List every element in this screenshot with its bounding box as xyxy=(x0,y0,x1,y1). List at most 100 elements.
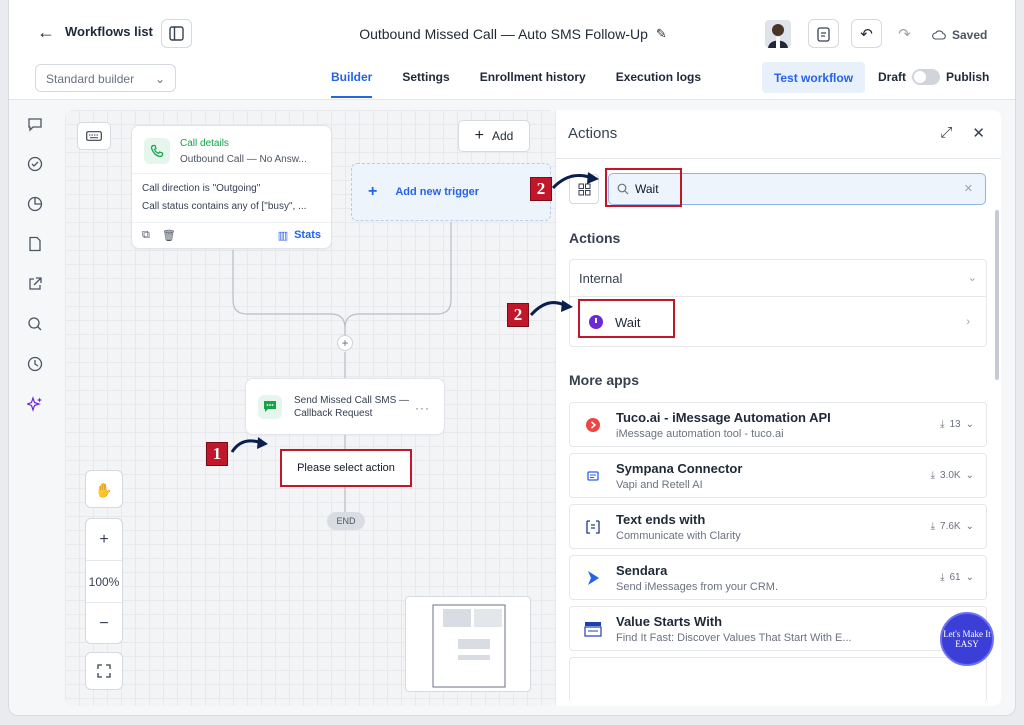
left-rail xyxy=(9,100,61,715)
chevron-down-icon: ⌄ xyxy=(154,72,165,86)
install-count-value: 13 xyxy=(949,419,961,430)
cloud-check-icon xyxy=(932,30,946,40)
app-item-sendara[interactable]: Sendara Send iMessages from your CRM. ⤓ 61… xyxy=(569,555,987,600)
add-node-button[interactable]: + Add xyxy=(458,120,530,152)
internal-group-header[interactable]: Internal ⌄ xyxy=(570,260,986,297)
sympana-icon xyxy=(582,465,604,487)
external-link-icon[interactable] xyxy=(26,276,44,294)
app-item-partial[interactable] xyxy=(569,657,987,702)
document-icon[interactable] xyxy=(26,236,44,254)
sms-node-title: Send Missed Call SMS — Callback Request xyxy=(294,394,409,420)
workflow-title-text: Outbound Missed Call — Auto SMS Follow-U… xyxy=(359,26,648,42)
install-count-value: 7.6K xyxy=(940,521,961,532)
grid-view-button[interactable] xyxy=(569,174,599,204)
close-icon[interactable]: ✕ xyxy=(972,124,985,142)
zoom-out-button[interactable]: − xyxy=(86,603,122,645)
panel-scrollbar[interactable] xyxy=(995,210,999,380)
chevron-down-icon: ⌄ xyxy=(965,470,974,481)
action-node-send-sms[interactable]: Send Missed Call SMS — Callback Request … xyxy=(245,378,445,435)
sms-node-line: Send Missed Call SMS — xyxy=(294,394,410,406)
app-description: Send iMessages from your CRM. xyxy=(616,580,778,593)
tab-settings[interactable]: Settings xyxy=(402,60,449,98)
actions-panel: Actions ⤢ ✕ ✕ Actions Internal ⌄ Wait › xyxy=(555,110,1001,706)
chat-bubble-icon[interactable] xyxy=(26,116,44,134)
user-avatar[interactable] xyxy=(765,20,791,48)
minimap-preview xyxy=(432,604,506,688)
app-item-value-starts-with[interactable]: Value Starts With Find It Fast: Discover … xyxy=(569,606,987,651)
chevron-down-icon: ⌄ xyxy=(965,419,974,430)
phone-icon xyxy=(144,138,170,164)
undo-button[interactable]: ↶ xyxy=(851,19,882,48)
clear-search-icon[interactable]: ✕ xyxy=(964,182,973,195)
install-count: ⤓ 61 ⌄ xyxy=(940,572,974,583)
action-search-box[interactable]: ✕ xyxy=(608,173,986,205)
text-ends-icon xyxy=(582,516,604,538)
app-item-text-ends-with[interactable]: Text ends with Communicate with Clarity ⤓… xyxy=(569,504,987,549)
download-icon: ⤓ xyxy=(930,521,936,532)
add-new-trigger-button[interactable]: + Add new trigger xyxy=(351,163,551,221)
app-window: ← Workflows list Outbound Missed Call — … xyxy=(8,0,1016,716)
trigger-conditions: Call direction is "Outgoing" Call status… xyxy=(132,174,331,216)
annotation-marker-2: 2 xyxy=(507,303,529,327)
expand-icon[interactable]: ⤢ xyxy=(940,124,952,142)
notes-button[interactable] xyxy=(808,19,839,48)
internal-actions-group: Internal ⌄ Wait › xyxy=(569,259,987,347)
search-icon xyxy=(617,183,629,195)
install-count: ⤓ 3.0K ⌄ xyxy=(931,470,974,481)
app-item-tuco[interactable]: Tuco.ai - iMessage Automation API iMessag… xyxy=(569,402,987,447)
sms-message-icon xyxy=(258,394,282,419)
end-node: END xyxy=(327,512,365,530)
download-icon: ⤓ xyxy=(940,419,945,430)
chevron-down-icon: ⌄ xyxy=(967,272,977,284)
install-count: ⤓ 13 ⌄ xyxy=(940,419,974,430)
test-workflow-button[interactable]: Test workflow xyxy=(762,62,865,93)
history-clock-icon[interactable] xyxy=(26,356,44,374)
tab-builder[interactable]: Builder xyxy=(331,60,373,98)
pan-tool-button[interactable]: ✋ xyxy=(85,470,123,508)
sms-node-line: Callback Request xyxy=(294,407,373,419)
canvas-minimap[interactable] xyxy=(405,596,531,692)
pencil-edit-icon[interactable]: ✎ xyxy=(656,26,667,42)
grid-icon xyxy=(578,183,590,195)
ai-sparkle-icon[interactable] xyxy=(25,396,44,414)
action-search-input[interactable] xyxy=(635,182,935,196)
watermark-logo: Let's Make It EASY xyxy=(940,612,994,666)
insert-step-button[interactable]: + xyxy=(337,335,353,351)
pie-chart-icon[interactable] xyxy=(26,196,44,214)
trigger-node-call-details[interactable]: Call details Outbound Call — No Answ... … xyxy=(131,125,332,249)
trigger-header: Call details Outbound Call — No Answ... xyxy=(132,126,331,174)
app-name: Tuco.ai - iMessage Automation API xyxy=(616,409,831,425)
search-icon[interactable] xyxy=(26,316,44,334)
download-icon: ⤓ xyxy=(940,572,945,583)
tuco-icon xyxy=(582,414,604,436)
builder-mode-select[interactable]: Standard builder ⌄ xyxy=(35,64,176,92)
fit-view-button[interactable] xyxy=(85,652,123,690)
annotation-marker-2: 2 xyxy=(530,177,552,201)
trigger-condition: Call direction is "Outgoing" xyxy=(142,183,261,194)
zoom-controls: + 100% − xyxy=(85,518,123,644)
workflow-canvas[interactable]: + Add Call details Outbound Call — No An… xyxy=(65,110,555,706)
stats-button[interactable]: ▥ Stats xyxy=(278,229,321,242)
trash-icon[interactable]: 🗑 xyxy=(162,229,176,242)
app-description: Find It Fast: Discover Values That Start… xyxy=(616,631,852,644)
more-options-icon[interactable]: ··· xyxy=(415,401,430,415)
value-starts-icon xyxy=(582,618,604,640)
tab-execution-logs[interactable]: Execution logs xyxy=(616,60,701,98)
copy-icon[interactable]: ⧉ xyxy=(142,229,150,242)
undo-icon: ↶ xyxy=(860,25,873,43)
plus-icon: + xyxy=(474,127,484,144)
select-action-placeholder[interactable]: Please select action xyxy=(280,449,412,487)
keyboard-shortcuts-button[interactable] xyxy=(77,122,111,150)
highlight-box-wait xyxy=(578,299,675,338)
redo-button[interactable]: ↷ xyxy=(889,19,920,48)
zoom-in-button[interactable]: + xyxy=(86,519,122,561)
sendara-icon xyxy=(582,567,604,589)
chevron-down-icon: ⌄ xyxy=(965,521,974,532)
fullscreen-icon xyxy=(97,664,111,678)
annotation-marker-1: 1 xyxy=(206,442,228,466)
publish-toggle[interactable] xyxy=(912,69,940,85)
zoom-level: 100% xyxy=(86,561,122,603)
tab-enrollment-history[interactable]: Enrollment history xyxy=(480,60,586,98)
app-item-sympana[interactable]: Sympana Connector Vapi and Retell AI ⤓ 3.0… xyxy=(569,453,987,498)
check-circle-icon[interactable] xyxy=(26,156,44,174)
